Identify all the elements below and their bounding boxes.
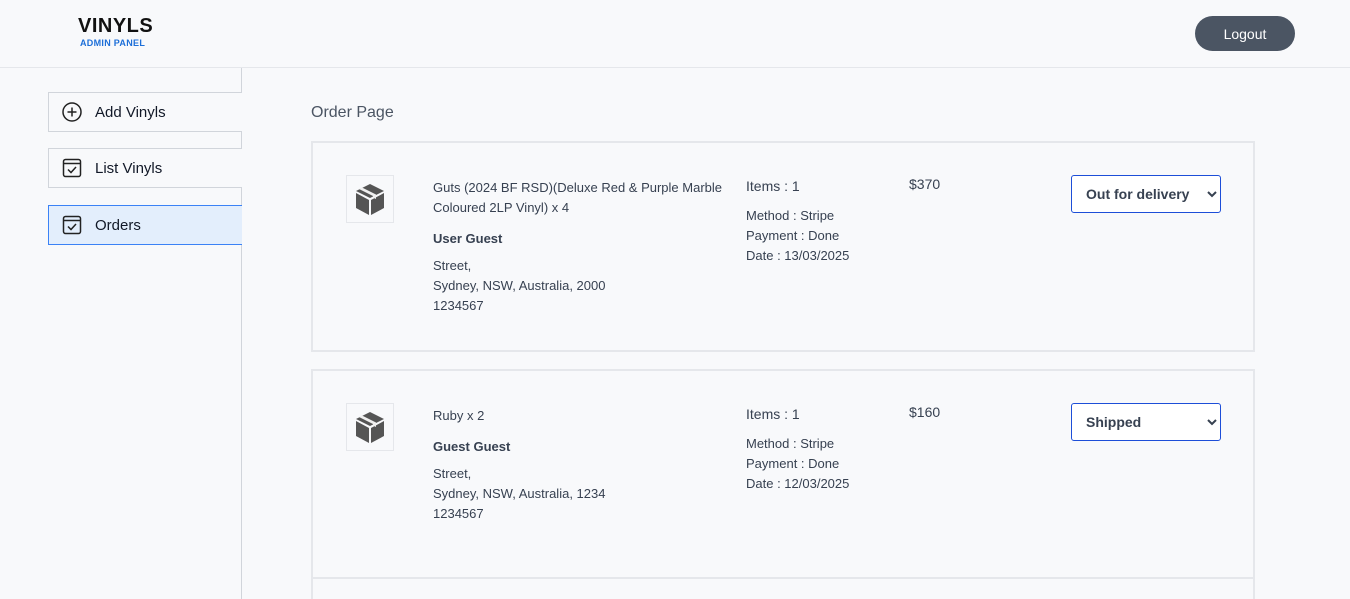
sidebar-item-label: List Vinyls: [95, 159, 163, 177]
sidebar-item-label: Add Vinyls: [95, 103, 166, 121]
sidebar-item-list-vinyls[interactable]: List Vinyls: [48, 148, 242, 188]
order-status-select[interactable]: Out for delivery: [1071, 175, 1221, 213]
sidebar-item-label: Orders: [95, 216, 141, 234]
page-title: Order Page: [311, 104, 394, 121]
order-details: Guts (2024 BF RSD)(Deluxe Red & Purple M…: [433, 178, 738, 316]
payment-status: Payment : Done: [746, 228, 840, 243]
logo-subtitle: ADMIN PANEL: [80, 38, 146, 48]
checklist-icon: [61, 157, 83, 179]
sidebar: Add Vinyls List Vinyls Orders: [0, 68, 242, 599]
sidebar-item-orders[interactable]: Orders: [48, 205, 242, 245]
order-card: [311, 577, 1255, 599]
order-items: Guts (2024 BF RSD)(Deluxe Red & Purple M…: [433, 180, 723, 215]
phone-number: 1234567: [433, 506, 484, 521]
package-icon: [346, 175, 394, 223]
payment-status: Payment : Done: [746, 456, 840, 471]
order-meta: Items : 1 Method : Stripe Payment : Done…: [746, 404, 849, 494]
package-icon: [346, 403, 394, 451]
payment-method: Method : Stripe: [746, 436, 835, 451]
order-date: Date : 12/03/2025: [746, 476, 850, 491]
order-card: Guts (2024 BF RSD)(Deluxe Red & Purple M…: [311, 141, 1255, 352]
address-city: Sydney, NSW, Australia, 1234: [433, 486, 606, 501]
top-bar: VINYLS ADMIN PANEL Logout: [0, 0, 1350, 68]
order-card: Ruby x 2 Guest Guest Street, Sydney, NSW…: [311, 369, 1255, 580]
order-details: Ruby x 2 Guest Guest Street, Sydney, NSW…: [433, 406, 738, 524]
sidebar-item-add-vinyls[interactable]: Add Vinyls: [48, 92, 242, 132]
order-items: Ruby x 2: [433, 408, 485, 423]
logout-button[interactable]: Logout: [1195, 16, 1295, 51]
order-date: Date : 13/03/2025: [746, 248, 850, 263]
address-street: Street,: [433, 258, 472, 273]
checklist-icon: [61, 214, 83, 236]
order-meta: Items : 1 Method : Stripe Payment : Done…: [746, 176, 849, 266]
payment-method: Method : Stripe: [746, 208, 835, 223]
order-amount: $370: [909, 176, 941, 192]
phone-number: 1234567: [433, 298, 484, 313]
logo-title: VINYLS: [78, 15, 154, 37]
items-count: Items : 1: [746, 178, 800, 194]
address-street: Street,: [433, 466, 472, 481]
address-city: Sydney, NSW, Australia, 2000: [433, 278, 606, 293]
logo: VINYLS ADMIN PANEL: [78, 16, 153, 48]
order-status-select[interactable]: Shipped: [1071, 403, 1221, 441]
customer-name: User Guest: [433, 231, 503, 246]
items-count: Items : 1: [746, 406, 800, 422]
plus-circle-icon: [61, 101, 83, 123]
customer-name: Guest Guest: [433, 439, 511, 454]
order-amount: $160: [909, 404, 941, 420]
